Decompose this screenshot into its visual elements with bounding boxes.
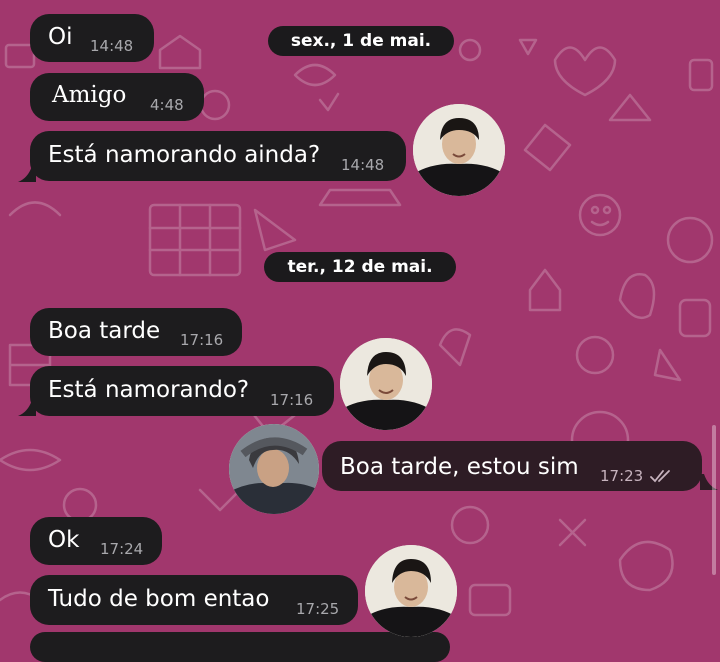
message-bubble-incoming[interactable]: Amigo 4:48 xyxy=(30,73,204,121)
date-separator: ter., 12 de mai. xyxy=(264,252,456,282)
message-text: Tudo de bom entao xyxy=(48,586,270,612)
message-time: 17:16 xyxy=(180,331,224,349)
double-check-icon xyxy=(650,470,670,483)
message-text: Boa tarde xyxy=(48,318,161,344)
message-text: Está namorando? xyxy=(48,377,250,403)
person-photo-icon xyxy=(340,338,432,430)
person-photo-icon xyxy=(413,104,505,196)
message-time: 17:24 xyxy=(100,540,144,558)
bubble-tail xyxy=(18,166,36,182)
contact-avatar[interactable] xyxy=(365,545,457,637)
message-time: 17:16 xyxy=(270,391,314,409)
contact-avatar[interactable] xyxy=(413,104,505,196)
date-separator-label: sex., 1 de mai. xyxy=(290,31,432,51)
message-bubble-outgoing[interactable]: Boa tarde, estou sim 17:23 xyxy=(322,441,702,491)
message-time: 4:48 xyxy=(150,96,184,114)
message-bubble-incoming[interactable]: Boa tarde 17:16 xyxy=(30,308,242,356)
message-text: Está namorando ainda? xyxy=(48,142,321,168)
contact-avatar[interactable] xyxy=(340,338,432,430)
message-text: Amigo xyxy=(52,82,127,108)
message-bubble-incoming[interactable]: Ok 17:24 xyxy=(30,517,162,565)
message-time: 17:23 xyxy=(600,467,644,485)
person-photo-icon xyxy=(365,545,457,637)
message-text: Boa tarde, estou sim xyxy=(340,454,579,480)
message-bubble-incoming[interactable]: Está namorando? 17:16 xyxy=(30,366,334,416)
message-text: Oi xyxy=(48,24,73,50)
bubble-tail xyxy=(18,400,36,416)
date-separator: sex., 1 de mai. xyxy=(268,26,454,56)
date-separator-label: ter., 12 de mai. xyxy=(287,257,433,277)
message-bubble-incoming[interactable]: Tudo de bom entao 17:25 xyxy=(30,575,358,625)
message-bubble-incoming[interactable]: Oi 14:48 xyxy=(30,14,154,62)
message-time: 14:48 xyxy=(90,37,134,55)
chat-scrollbar[interactable] xyxy=(712,425,716,575)
person-photo-icon xyxy=(229,424,319,514)
message-time: 14:48 xyxy=(341,156,385,174)
message-time: 17:25 xyxy=(296,600,340,618)
self-avatar[interactable] xyxy=(229,424,319,514)
message-text: Ok xyxy=(48,527,80,553)
message-bubble-incoming[interactable]: Está namorando ainda? 14:48 xyxy=(30,131,406,181)
